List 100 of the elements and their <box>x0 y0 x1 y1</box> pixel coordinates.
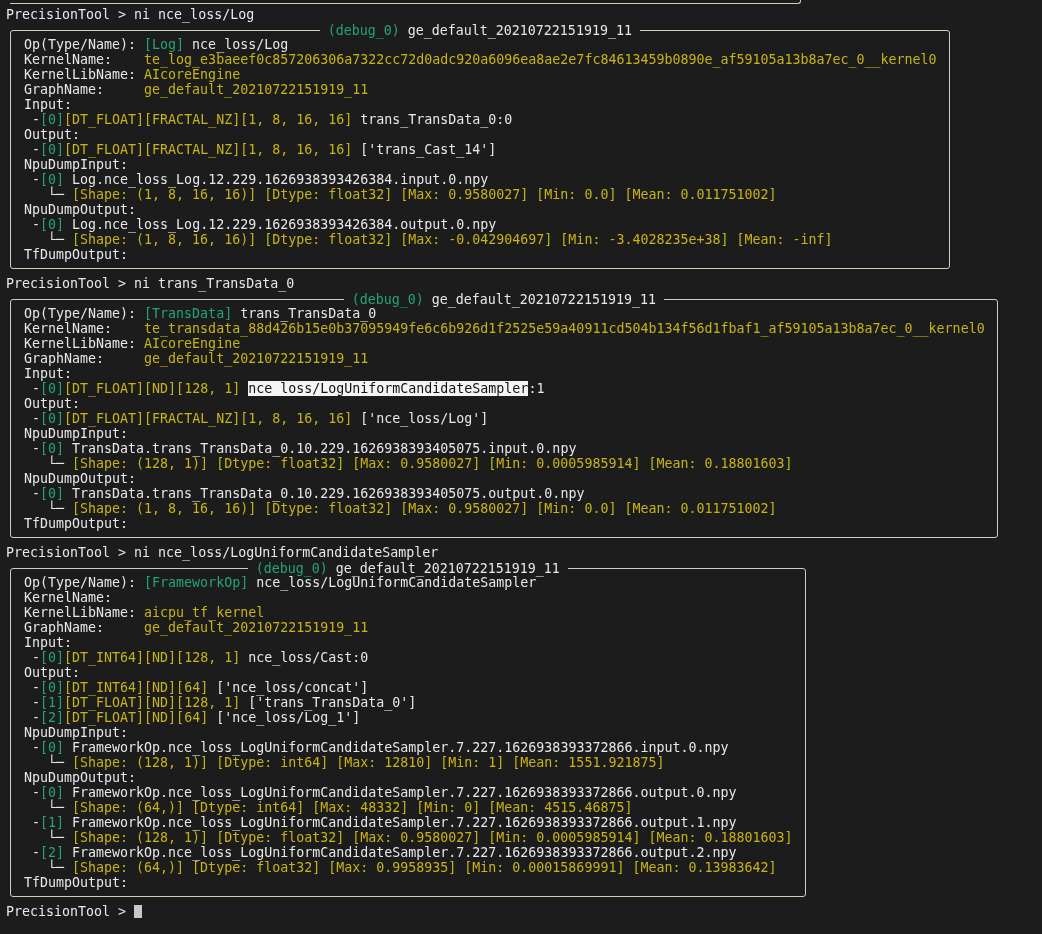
command-line: PrecisionTool > ni nce_loss/Log <box>6 7 255 22</box>
field-label: Input: <box>24 366 73 381</box>
list-dash: - <box>32 650 40 665</box>
op-type-tag: [FrameworkOp] <box>144 575 249 590</box>
value-text: nce_loss/Cast:0 <box>248 650 369 665</box>
field-label: KernelLibName: <box>24 67 138 82</box>
tensor-stats: [Shape: (1, 8, 16, 16)] [Dtype: float32] [Max: 0.9580027] [Min: 0.0] [Mean: 0.011751002] <box>72 501 777 516</box>
value-text: ['trans_Cast_14'] <box>360 142 497 157</box>
tensor-info: [DT_FLOAT][ND][64] <box>64 710 209 725</box>
command-line: PrecisionTool > <box>6 904 127 919</box>
field-label: NpuDumpOutput: <box>24 202 137 217</box>
field-value: AIcoreEngine <box>144 336 241 351</box>
tensor-index: [0] <box>40 650 65 665</box>
tensor-index: [0] <box>40 112 65 127</box>
command-line: PrecisionTool > ni nce_loss/LogUniformCandidateSampler <box>6 545 439 560</box>
panel-title: ge_default_20210722151919_11 <box>423 292 664 307</box>
value-text: trans_TransData_0 <box>240 306 377 321</box>
field-label: Input: <box>24 97 73 112</box>
list-dash: - <box>32 142 40 157</box>
tensor-info: [DT_FLOAT][ND][128, 1] <box>64 695 241 710</box>
value-text: ['nce_loss/Log'] <box>360 411 489 426</box>
tree-branch: └─ <box>48 187 65 202</box>
value-text: :1 <box>528 381 545 396</box>
list-dash: - <box>32 112 40 127</box>
list-dash: - <box>32 785 40 800</box>
list-dash: - <box>32 680 40 695</box>
tree-branch: └─ <box>48 860 65 875</box>
field-label: TfDumpOutput: <box>24 516 129 531</box>
tree-branch: └─ <box>48 232 65 247</box>
list-dash: - <box>32 695 40 710</box>
tensor-index: [1] <box>40 815 65 830</box>
value-text: TransData.trans_TransData_0.10.229.1626938393405075.output.0.npy <box>72 486 585 501</box>
value-text: ['trans_TransData_0'] <box>248 695 417 710</box>
tensor-index: [0] <box>40 172 65 187</box>
field-label: KernelName: <box>24 321 114 336</box>
field-label: GraphName: <box>24 82 106 97</box>
value-text: trans_TransData_0:0 <box>360 112 513 127</box>
tensor-info: [DT_INT64][ND][128, 1] <box>64 650 241 665</box>
list-dash: - <box>32 381 40 396</box>
tensor-info: [DT_FLOAT][FRACTAL_NZ][1, 8, 16, 16] <box>64 411 353 426</box>
op-type-tag: [TransData] <box>144 306 233 321</box>
tensor-stats: [Shape: (128, 1)] [Dtype: float32] [Max: 0.9580027] [Min: 0.0005985914] [Mean: 0.18801603] <box>72 830 793 845</box>
value-text: FrameworkOp.nce_loss_LogUniformCandidateSampler.7.227.1626938393372866.output.1.npy <box>72 815 737 830</box>
panel-title-tag: (debug_0) <box>319 23 400 38</box>
list-dash: - <box>32 710 40 725</box>
field-label: Input: <box>24 635 73 650</box>
tree-branch: └─ <box>48 800 65 815</box>
tensor-stats: [Shape: (64,)] [Dtype: int64] [Max: 48332] [Min: 0] [Mean: 4515.46875] <box>72 800 633 815</box>
tensor-info: [DT_INT64][ND][64] <box>64 680 209 695</box>
list-dash: - <box>32 845 40 860</box>
value-text: ['nce_loss/Log_1'] <box>216 710 361 725</box>
tensor-info: [DT_FLOAT][FRACTAL_NZ][1, 8, 16, 16] <box>64 112 353 127</box>
tensor-stats: [Shape: (1, 8, 16, 16)] [Dtype: float32] [Max: -0.042904697] [Min: -3.4028235e+38] [Mean: -inf] <box>72 232 833 247</box>
list-dash: - <box>32 411 40 426</box>
tensor-stats: [Shape: (128, 1)] [Dtype: float32] [Max: 0.9580027] [Min: 0.0005985914] [Mean: 0.18801603] <box>72 456 793 471</box>
tensor-index: [0] <box>40 740 65 755</box>
value-text: FrameworkOp.nce_loss_LogUniformCandidateSampler.7.227.1626938393372866.output.2.npy <box>72 845 737 860</box>
value-text: ['nce_loss/concat'] <box>216 680 369 695</box>
tree-branch: └─ <box>48 755 65 770</box>
tensor-info: [DT_FLOAT][FRACTAL_NZ][1, 8, 16, 16] <box>64 142 353 157</box>
field-label: KernelLibName: <box>24 605 138 620</box>
value-text: TransData.trans_TransData_0.10.229.1626938393405075.input.0.npy <box>72 441 577 456</box>
tensor-index: [2] <box>40 710 65 725</box>
tree-branch: └─ <box>48 501 65 516</box>
tree-branch: └─ <box>48 456 65 471</box>
field-label: NpuDumpInput: <box>24 157 129 172</box>
field-label: KernelName: <box>24 52 114 67</box>
selected-text: nce_loss/LogUniformCandidateSampler <box>248 381 529 396</box>
value-text: nce_loss/Log <box>192 37 289 52</box>
field-label: KernelLibName: <box>24 336 138 351</box>
field-label: NpuDumpInput: <box>24 426 129 441</box>
tensor-info: [DT_FLOAT][ND][128, 1] <box>64 381 241 396</box>
tensor-stats: [Shape: (1, 8, 16, 16)] [Dtype: float32] [Max: 0.9580027] [Min: 0.0] [Mean: 0.011751002] <box>72 187 777 202</box>
field-label: TfDumpOutput: <box>24 247 129 262</box>
value-text: Log.nce_loss_Log.12.229.1626938393426384.output.0.npy <box>72 217 497 232</box>
field-label: Output: <box>24 127 81 142</box>
panel-title-tag: (debug_0) <box>343 292 424 307</box>
field-value: AIcoreEngine <box>144 67 241 82</box>
tensor-index: [0] <box>40 486 65 501</box>
tensor-index: [0] <box>40 411 65 426</box>
tensor-index: [0] <box>40 785 65 800</box>
field-label: Op(Type/Name): <box>24 306 138 321</box>
field-value: ge_default_20210722151919_11 <box>144 620 369 635</box>
panel-title-tag: (debug_0) <box>247 561 328 576</box>
list-dash: - <box>32 740 40 755</box>
panel-title: ge_default_20210722151919_11 <box>399 23 640 38</box>
field-label: TfDumpOutput: <box>24 875 129 890</box>
value-text: Log.nce_loss_Log.12.229.1626938393426384.input.0.npy <box>72 172 489 187</box>
field-label: Output: <box>24 665 81 680</box>
tensor-stats: [Shape: (64,)] [Dtype: float32] [Max: 0.9958935] [Min: 0.00015869991] [Mean: 0.13983642] <box>72 860 777 875</box>
value-text: FrameworkOp.nce_loss_LogUniformCandidateSampler.7.227.1626938393372866.output.0.npy <box>72 785 737 800</box>
list-dash: - <box>32 486 40 501</box>
field-value: te_log_e3baeef0c857206306a7322cc72d0adc920a6096ea8ae2e7fc84613459b0890e_af59105a13b8a7ec_0__kernel0 <box>144 52 937 67</box>
list-dash: - <box>32 815 40 830</box>
tensor-index: [1] <box>40 695 65 710</box>
field-label: GraphName: <box>24 351 106 366</box>
tensor-stats: [Shape: (128, 1)] [Dtype: int64] [Max: 12810] [Min: 1] [Mean: 1551.921875] <box>72 755 665 770</box>
tensor-index: [0] <box>40 381 65 396</box>
field-label: KernelName: <box>24 590 114 605</box>
tree-branch: └─ <box>48 830 65 845</box>
